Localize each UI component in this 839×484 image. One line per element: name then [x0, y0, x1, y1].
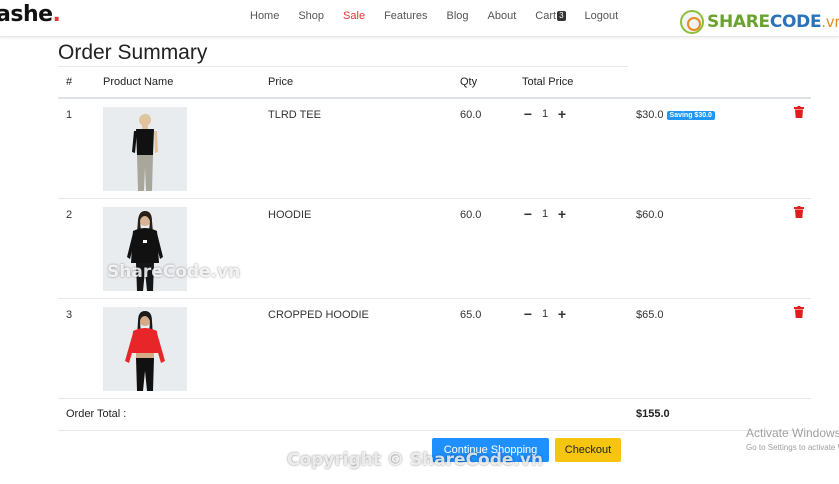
product-image-red-cropped-hoodie[interactable]	[103, 307, 187, 391]
nav-logout[interactable]: Logout	[585, 10, 619, 22]
table-header: # Product Name Price Qty Total Price	[58, 70, 811, 99]
trash-icon[interactable]	[794, 106, 804, 118]
activate-windows-subtitle: Go to Settings to activate Windows.	[746, 443, 839, 452]
checkout-button[interactable]: Checkout	[555, 438, 621, 462]
minus-icon[interactable]: −	[522, 306, 534, 322]
table-row: 1 TLRD TEE 60.0 − 1 + $30.0 Saving $30.0	[58, 99, 811, 199]
quantity-value: 1	[541, 308, 549, 320]
copyright-watermark: Copyright © ShareCode.vn	[287, 450, 544, 470]
header-index: #	[66, 76, 73, 88]
plus-icon[interactable]: +	[556, 106, 568, 122]
activate-windows-notice: Activate Windows Go to Settings to activ…	[746, 426, 839, 452]
table-row: 3 CROPPED HOODIE 65.0 − 1 + $65.0	[58, 299, 811, 399]
nav-blog[interactable]: Blog	[447, 10, 469, 22]
quantity-value: 1	[541, 108, 549, 120]
product-image-tank-top[interactable]	[103, 107, 187, 191]
header-total-price: Total Price	[522, 76, 574, 88]
plus-icon[interactable]: +	[556, 306, 568, 322]
page-title: Order Summary	[58, 41, 208, 64]
table-row: 2 HOODIE 60.0 − 1 + $60.0	[58, 199, 811, 299]
nav-features[interactable]: Features	[384, 10, 427, 22]
header-product-name: Product Name	[103, 76, 174, 88]
trash-icon[interactable]	[794, 206, 804, 218]
main-nav: Home Shop Sale Features Blog About Cart 3…	[250, 10, 637, 22]
header-qty: Qty	[460, 76, 478, 88]
minus-icon[interactable]: −	[522, 206, 534, 222]
nav-cart[interactable]: Cart 3	[535, 10, 566, 22]
nav-home[interactable]: Home	[250, 10, 279, 22]
nav-shop[interactable]: Shop	[298, 10, 324, 22]
product-price: 60.0	[460, 109, 482, 121]
order-total-value: $155.0	[636, 408, 670, 420]
brand-dot: .	[52, 2, 61, 27]
sharecode-watermark-text: ShareCode.vn	[107, 262, 241, 282]
brand-name: ashe	[0, 2, 53, 27]
nav-sale[interactable]: Sale	[343, 10, 365, 22]
plus-icon[interactable]: +	[556, 206, 568, 222]
nav-cart-label: Cart	[535, 10, 557, 22]
product-name: TLRD TEE	[268, 109, 321, 121]
order-total-row: Order Total : $155.0	[58, 398, 811, 431]
row-total-value: $30.0	[636, 109, 664, 121]
product-price: 65.0	[460, 309, 482, 321]
minus-icon[interactable]: −	[522, 106, 534, 122]
saving-badge: Saving $30.0	[666, 111, 715, 120]
cart-count-badge: 3	[557, 11, 566, 21]
quantity-stepper: − 1 +	[522, 106, 568, 122]
trash-icon[interactable]	[794, 306, 804, 318]
sharecode-logo-icon	[680, 10, 704, 34]
nav-about[interactable]: About	[488, 10, 517, 22]
row-index: 3	[66, 309, 73, 321]
brand-logo[interactable]: ashe.	[0, 2, 61, 27]
header-price: Price	[268, 76, 294, 88]
title-divider	[58, 66, 628, 67]
product-price: 60.0	[460, 209, 482, 221]
quantity-value: 1	[541, 208, 549, 220]
row-index: 1	[66, 109, 73, 121]
row-total-value: $65.0	[636, 309, 664, 321]
row-index: 2	[66, 209, 73, 221]
sharecode-logo-text: SHARECODE.vn	[707, 12, 839, 32]
quantity-stepper: − 1 +	[522, 306, 568, 322]
row-total-value: $60.0	[636, 209, 664, 221]
order-total-label: Order Total :	[66, 408, 127, 420]
activate-windows-title: Activate Windows	[746, 426, 839, 440]
product-name: HOODIE	[268, 209, 312, 221]
quantity-stepper: − 1 +	[522, 206, 568, 222]
row-total: $30.0 Saving $30.0	[636, 109, 715, 121]
product-name: CROPPED HOODIE	[268, 309, 369, 321]
sharecode-watermark-logo: SHARECODE.vn	[680, 10, 839, 34]
